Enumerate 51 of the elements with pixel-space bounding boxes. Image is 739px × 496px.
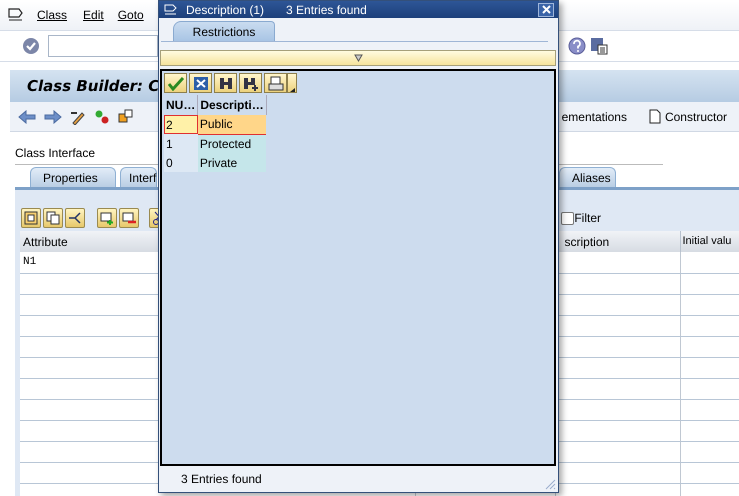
screen-title: Class Builder: C: [27, 76, 160, 97]
window-menu-icon[interactable]: [164, 4, 178, 16]
printer-icon: [268, 76, 284, 90]
column-header: Initial valu: [680, 231, 739, 252]
insert-row-button[interactable]: [97, 208, 117, 228]
menu-item[interactable]: Class: [37, 6, 68, 24]
check-icon: [168, 76, 184, 90]
cancel-icon: [192, 76, 208, 90]
menu-item[interactable]: Goto: [118, 6, 144, 24]
printer-button[interactable]: [264, 73, 287, 93]
tab[interactable]: Interf: [120, 167, 158, 187]
status-dots-icon[interactable]: [94, 108, 110, 124]
check-button[interactable]: [164, 73, 187, 93]
status-text: 3 Entries found: [181, 471, 262, 488]
layout-icon[interactable]: [590, 37, 608, 55]
dialog-title: Description (1): [186, 2, 264, 18]
branch-icon: [68, 211, 82, 225]
tab[interactable]: Restrictions: [173, 21, 275, 41]
copy-icon: [46, 211, 60, 225]
dialog-subtitle: 3 Entries found: [286, 2, 367, 18]
triangle-down-icon: [354, 54, 362, 62]
cancel-button[interactable]: [189, 73, 212, 93]
close-button[interactable]: [538, 2, 554, 16]
frame-button[interactable]: [21, 208, 41, 228]
back-arrow-icon[interactable]: [18, 110, 36, 124]
delete-row-button[interactable]: [119, 208, 139, 228]
objects-icon[interactable]: [118, 108, 134, 124]
column-header: NU…: [164, 95, 198, 115]
command-field[interactable]: [48, 35, 158, 57]
toolbar-button[interactable]: Constructor: [664, 108, 727, 126]
copy-button[interactable]: [43, 208, 63, 228]
menu-icon[interactable]: [8, 8, 24, 22]
menu-item[interactable]: Edit: [83, 6, 104, 24]
check-icon[interactable]: [22, 37, 40, 55]
checkbox-label: Filter: [574, 210, 601, 227]
resize-grip-icon[interactable]: [544, 478, 556, 490]
caret-icon: [290, 88, 294, 92]
checkbox[interactable]: [561, 212, 574, 224]
close-icon: [542, 5, 550, 14]
document-icon: [648, 109, 661, 124]
insert-row-icon: [100, 211, 114, 225]
help-icon[interactable]: [568, 37, 586, 55]
forward-arrow-icon[interactable]: [44, 110, 62, 124]
dropdown-button[interactable]: [287, 73, 297, 93]
tab[interactable]: Aliases: [559, 167, 616, 187]
frame-icon: [24, 211, 38, 225]
tab[interactable]: Properties: [30, 167, 116, 187]
column-header: Descripti…: [198, 95, 266, 115]
delete-row-icon: [122, 211, 136, 225]
toolbar-button[interactable]: ementations: [562, 108, 627, 126]
branch-button[interactable]: [65, 208, 85, 228]
